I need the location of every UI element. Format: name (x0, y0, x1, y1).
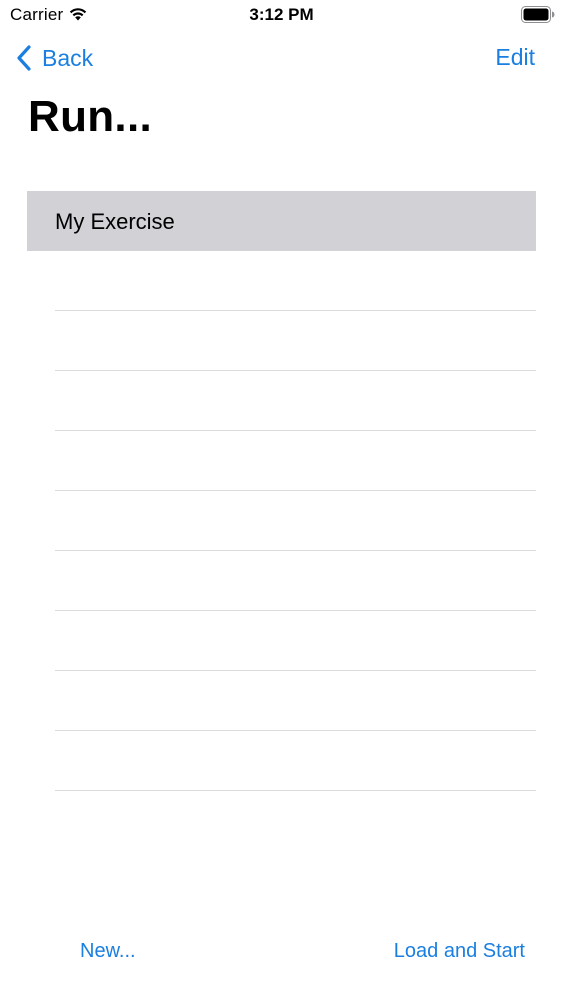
list-item[interactable] (27, 371, 536, 431)
page-title: Run... (28, 92, 153, 141)
list-item[interactable] (27, 251, 536, 311)
bottom-toolbar: New... Load and Start (0, 920, 563, 984)
list-item-label: My Exercise (55, 209, 175, 234)
exercise-list: My Exercise (27, 191, 536, 791)
list-item[interactable] (27, 431, 536, 491)
list-item[interactable] (27, 671, 536, 731)
list-item[interactable] (27, 551, 536, 611)
list-item-my-exercise[interactable]: My Exercise (27, 191, 536, 251)
list-item[interactable] (27, 611, 536, 671)
back-button-label: Back (42, 44, 94, 71)
row-separator (55, 790, 536, 791)
battery-icon (521, 6, 555, 23)
clock-time: 3:12 PM (249, 5, 314, 24)
edit-button[interactable]: Edit (495, 44, 535, 71)
load-and-start-button[interactable]: Load and Start (394, 940, 525, 963)
list-item[interactable] (27, 491, 536, 551)
list-item[interactable] (27, 731, 536, 791)
new-button[interactable]: New... (80, 940, 136, 963)
navigation-bar: Back Edit (0, 30, 563, 86)
back-button[interactable]: Back (16, 42, 93, 74)
chevron-left-icon (17, 45, 31, 71)
status-bar: Carrier 3:12 PM (0, 0, 563, 30)
list-item[interactable] (27, 311, 536, 371)
